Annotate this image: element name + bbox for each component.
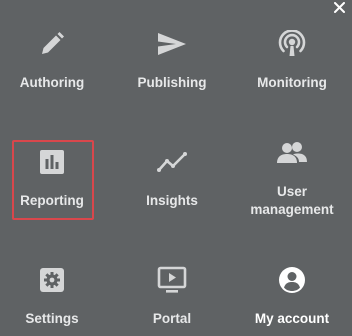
tile-my-account[interactable]: My account xyxy=(232,264,352,328)
account-icon xyxy=(278,264,306,296)
tile-label-publishing: Publishing xyxy=(137,75,207,90)
tile-label-reporting: Reporting xyxy=(20,193,84,208)
tile-authoring[interactable]: Authoring xyxy=(0,28,112,92)
tile-publishing[interactable]: Publishing xyxy=(112,28,232,92)
users-icon xyxy=(276,137,308,169)
send-icon xyxy=(157,28,187,60)
pencil-icon xyxy=(39,28,65,60)
tile-user-management[interactable]: User management xyxy=(232,137,352,219)
tile-settings[interactable]: Settings xyxy=(0,264,112,328)
tile-label-insights: Insights xyxy=(146,193,198,208)
play-screen-icon xyxy=(157,264,187,296)
trend-line-icon xyxy=(157,146,187,178)
tile-monitoring[interactable]: Monitoring xyxy=(232,28,352,92)
tile-insights[interactable]: Insights xyxy=(112,146,232,210)
broadcast-icon xyxy=(278,28,306,60)
tile-label-user-management: User management xyxy=(250,184,334,217)
tile-reporting[interactable]: Reporting xyxy=(0,146,112,210)
app-launcher-grid: Authoring Publishing Monitoring Reportin… xyxy=(0,0,352,336)
tile-label-my-account: My account xyxy=(254,311,330,326)
tile-portal[interactable]: Portal xyxy=(112,264,232,328)
tile-label-settings: Settings xyxy=(25,311,79,326)
tile-label-monitoring: Monitoring xyxy=(257,75,327,90)
bar-chart-icon xyxy=(39,146,65,178)
gear-icon xyxy=(39,264,65,296)
tile-label-portal: Portal xyxy=(152,311,192,326)
tile-label-authoring: Authoring xyxy=(19,75,85,90)
